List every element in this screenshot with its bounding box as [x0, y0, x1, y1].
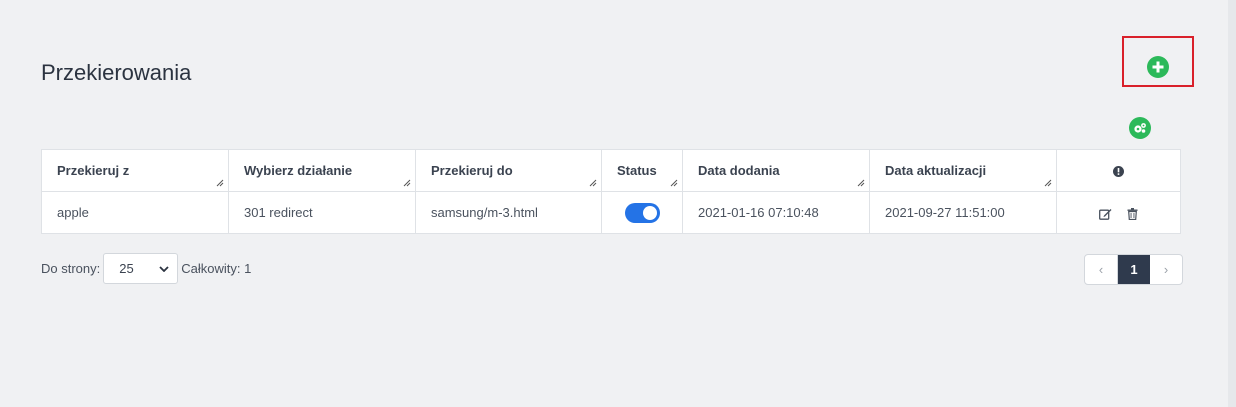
chevron-down-icon: [159, 265, 169, 272]
resize-handle-icon[interactable]: [403, 179, 411, 187]
resize-handle-icon[interactable]: [857, 179, 865, 187]
resize-handle-icon[interactable]: [670, 179, 678, 187]
pagination: ‹ 1 ›: [1084, 254, 1183, 285]
table-row: apple 301 redirect samsung/m-3.html 2021…: [41, 191, 1181, 234]
cell-to: samsung/m-3.html: [415, 191, 602, 234]
info-circle-icon: [1113, 166, 1124, 178]
cell-status: [601, 191, 683, 234]
cell-actions: [1056, 191, 1181, 234]
add-redirect-button[interactable]: [1147, 56, 1169, 78]
cell-created: 2021-01-16 07:10:48: [682, 191, 870, 234]
cell-action: 301 redirect: [228, 191, 416, 234]
redirects-table: Przekieruj z Wybierz działanie Przekieru…: [41, 149, 1181, 234]
gears-icon: [1134, 123, 1146, 133]
total-count: Całkowity: 1: [181, 261, 252, 276]
resize-handle-icon[interactable]: [589, 179, 597, 187]
column-header-status[interactable]: Status: [601, 149, 683, 192]
column-header-updated[interactable]: Data aktualizacji: [869, 149, 1057, 192]
per-page-select[interactable]: 25: [103, 253, 179, 284]
column-header-action[interactable]: Wybierz działanie: [228, 149, 416, 192]
settings-button[interactable]: [1129, 117, 1151, 139]
cell-from: apple: [41, 191, 229, 234]
pagination-next-button[interactable]: ›: [1150, 255, 1182, 284]
plus-circle-icon: [1152, 61, 1164, 73]
column-header-actions: [1056, 149, 1181, 192]
pagination-page-1[interactable]: 1: [1118, 255, 1150, 284]
page-title: Przekierowania: [41, 60, 192, 85]
resize-handle-icon[interactable]: [1044, 179, 1052, 187]
resize-handle-icon[interactable]: [216, 179, 224, 187]
status-toggle[interactable]: [624, 202, 660, 223]
per-page-value: 25: [119, 261, 134, 276]
trash-icon[interactable]: [1127, 207, 1138, 220]
per-page-label: Do strony:: [41, 261, 101, 276]
pagination-prev-button[interactable]: ‹: [1085, 255, 1118, 284]
edit-icon[interactable]: [1098, 208, 1112, 220]
cell-updated: 2021-09-27 11:51:00: [869, 191, 1057, 234]
column-header-created[interactable]: Data dodania: [682, 149, 870, 192]
column-header-to[interactable]: Przekieruj do: [415, 149, 602, 192]
column-header-from[interactable]: Przekieruj z: [41, 149, 229, 192]
table-footer: Do strony: 25 Całkowity: 1: [41, 253, 251, 284]
scrollbar-track[interactable]: [1228, 0, 1236, 407]
